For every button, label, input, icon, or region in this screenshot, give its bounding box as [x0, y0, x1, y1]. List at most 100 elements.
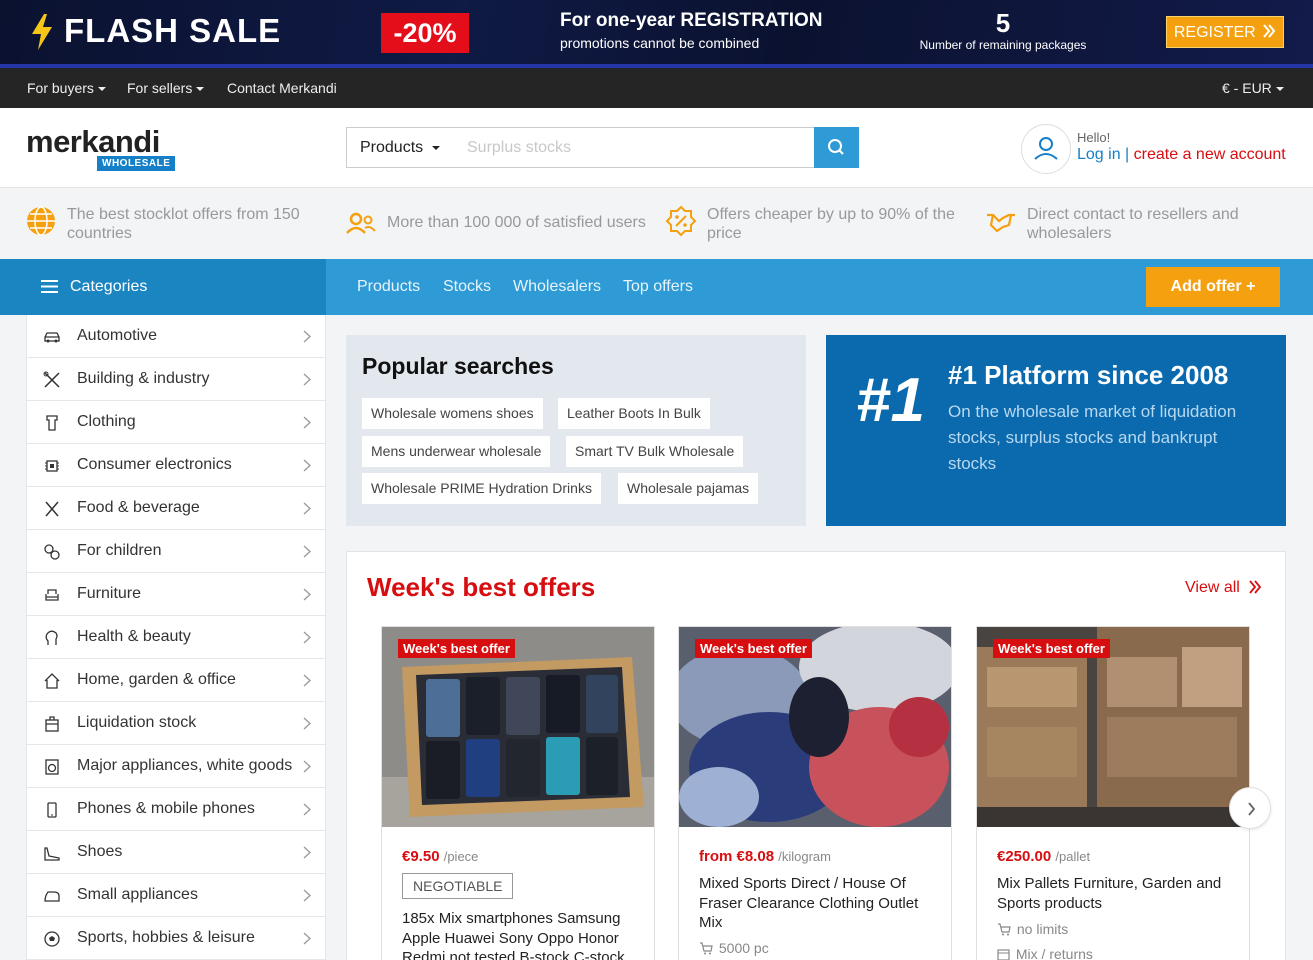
- currency-label: € - EUR: [1222, 80, 1272, 96]
- view-all-link[interactable]: View all: [1185, 579, 1262, 597]
- offer-image-clothing[interactable]: Week's best offer: [679, 627, 951, 827]
- quantity-value: no limits: [1016, 921, 1069, 937]
- benefit-price-text: Offers cheaper by up to 90% of the price: [707, 206, 955, 242]
- sidebar-item-health[interactable]: Health & beauty: [27, 616, 325, 659]
- offer-image-phones[interactable]: Week's best offer: [382, 627, 654, 827]
- caret-down-icon: [97, 87, 106, 92]
- price-value: €250.00: [997, 848, 1052, 865]
- chevron-right-icon: [303, 760, 311, 773]
- chevron-right-icon: [303, 717, 311, 730]
- sidebar-item-label: Sports, hobbies & leisure: [77, 929, 255, 946]
- lightning-icon: [32, 14, 52, 50]
- categories-label: Categories: [70, 278, 148, 295]
- auth-separator: |: [1125, 146, 1130, 163]
- sidebar-item-building[interactable]: Building & industry: [27, 358, 325, 401]
- sidebar-item-small-appliances[interactable]: Small appliances: [27, 874, 325, 917]
- caret-down-icon: [1275, 87, 1284, 92]
- offer-image-pallets[interactable]: Week's best offer: [977, 627, 1249, 827]
- head-icon: [45, 630, 58, 645]
- offer-card[interactable]: Week's best offer from €8.08 /kilogram M…: [678, 626, 952, 960]
- cutlery-icon: [45, 501, 59, 517]
- popular-tag[interactable]: Wholesale pajamas: [618, 473, 759, 504]
- popular-tag[interactable]: Wholesale womens shoes: [362, 398, 543, 429]
- box-icon: [45, 716, 59, 732]
- offer-card[interactable]: Week's best offer €9.50 /piece NEGOTIABL…: [381, 626, 655, 960]
- sidebar-item-electronics[interactable]: Consumer electronics: [27, 444, 325, 487]
- sidebar-item-furniture[interactable]: Furniture: [27, 573, 325, 616]
- offer-price: €9.50 /piece: [402, 848, 478, 865]
- register-button[interactable]: REGISTER: [1166, 16, 1284, 48]
- discount-icon: [665, 205, 697, 237]
- flash-sale-banner[interactable]: FLASH SALE -20% For one-year REGISTRATIO…: [0, 0, 1313, 68]
- sidebar-item-label: Furniture: [77, 585, 142, 602]
- nav-top-offers[interactable]: Top offers: [623, 278, 693, 296]
- benefit-contact-text: Direct contact to resellers and wholesal…: [1027, 206, 1239, 242]
- popular-tag[interactable]: Smart TV Bulk Wholesale: [566, 436, 744, 467]
- sidebar-item-major-appliances[interactable]: Major appliances, white goods: [27, 745, 325, 788]
- chevron-right-icon: [303, 846, 311, 859]
- offer-card[interactable]: Week's best offer €250.00 /pallet Mix Pa…: [976, 626, 1250, 960]
- hello-text: Hello!: [1077, 130, 1111, 145]
- users-icon: [346, 212, 376, 234]
- carousel-next-button[interactable]: [1229, 787, 1271, 829]
- registration-subtitle: promotions cannot be combined: [560, 35, 760, 51]
- create-account-link[interactable]: create a new account: [1134, 146, 1286, 163]
- for-buyers-menu[interactable]: For buyers: [27, 80, 106, 96]
- auth-links: Log in | create a new account: [1077, 146, 1286, 164]
- sidebar-item-liquidation[interactable]: Liquidation stock: [27, 702, 325, 745]
- platform-banner: #1 #1 Platform since 2008 On the wholesa…: [826, 335, 1286, 526]
- house-icon: [44, 673, 60, 689]
- popular-tag[interactable]: Mens underwear wholesale: [362, 436, 551, 467]
- sidebar-item-automotive[interactable]: Automotive: [27, 315, 325, 358]
- search-input[interactable]: [453, 127, 815, 168]
- nav-stocks[interactable]: Stocks: [443, 278, 491, 296]
- washer-icon: [45, 759, 59, 775]
- platform-number: #1: [856, 366, 925, 435]
- chevron-right-icon: [303, 502, 311, 515]
- discount-badge: -20%: [381, 13, 469, 53]
- top-nav: For buyers For sellers Contact Merkandi …: [0, 68, 1313, 108]
- sidebar-item-sports[interactable]: Sports, hobbies & leisure: [27, 917, 325, 960]
- header: merkandi WHOLESALE Products Hello! Log i…: [0, 108, 1313, 188]
- login-link[interactable]: Log in: [1077, 146, 1121, 163]
- week-best-badge: Week's best offer: [993, 639, 1110, 658]
- sidebar-item-food[interactable]: Food & beverage: [27, 487, 325, 530]
- search-button[interactable]: [814, 127, 859, 168]
- add-offer-button[interactable]: Add offer +: [1146, 267, 1280, 307]
- offer-title[interactable]: Mixed Sports Direct / House Of Fraser Cl…: [699, 874, 935, 933]
- rocking-horse-icon: [44, 544, 60, 560]
- contact-link[interactable]: Contact Merkandi: [227, 80, 337, 96]
- caret-down-icon: [432, 145, 441, 150]
- phone-icon: [47, 802, 57, 818]
- benefit-price: Offers cheaper by up to 90% of the price: [665, 205, 967, 243]
- currency-selector[interactable]: € - EUR: [1222, 80, 1284, 96]
- cart-icon: [998, 923, 1011, 936]
- offer-title[interactable]: Mix Pallets Furniture, Garden and Sports…: [997, 874, 1233, 913]
- popular-tag[interactable]: Leather Boots In Bulk: [558, 398, 710, 429]
- for-sellers-menu[interactable]: For sellers: [127, 80, 205, 96]
- remaining-label: Number of remaining packages: [919, 38, 1087, 52]
- caret-down-icon: [196, 87, 205, 92]
- categories-button[interactable]: Categories: [0, 259, 326, 315]
- nav-products[interactable]: Products: [357, 278, 420, 296]
- logo[interactable]: merkandi: [26, 124, 160, 160]
- popular-tag[interactable]: Wholesale PRIME Hydration Drinks: [362, 473, 601, 504]
- sidebar-item-label: Small appliances: [77, 886, 198, 903]
- sidebar-item-home[interactable]: Home, garden & office: [27, 659, 325, 702]
- cart-icon: [700, 942, 713, 955]
- chevron-right-icon: [303, 631, 311, 644]
- benefit-countries: The best stocklot offers from 150 countr…: [27, 205, 317, 243]
- offer-title[interactable]: 185x Mix smartphones Samsung Apple Huawe…: [402, 909, 638, 960]
- sidebar-item-children[interactable]: For children: [27, 530, 325, 573]
- search-category-select[interactable]: Products: [346, 127, 454, 168]
- benefit-countries-text: The best stocklot offers from 150 countr…: [67, 206, 300, 242]
- sidebar-item-clothing[interactable]: Clothing: [27, 401, 325, 444]
- register-button-label: REGISTER: [1173, 24, 1256, 41]
- popular-searches-title: Popular searches: [362, 353, 554, 379]
- chevron-right-icon: [303, 459, 311, 472]
- user-avatar-icon[interactable]: [1021, 124, 1071, 174]
- offer-condition: Mix / returns: [997, 946, 1093, 960]
- sidebar-item-shoes[interactable]: Shoes: [27, 831, 325, 874]
- sidebar-item-phones[interactable]: Phones & mobile phones: [27, 788, 325, 831]
- nav-wholesalers[interactable]: Wholesalers: [513, 278, 601, 296]
